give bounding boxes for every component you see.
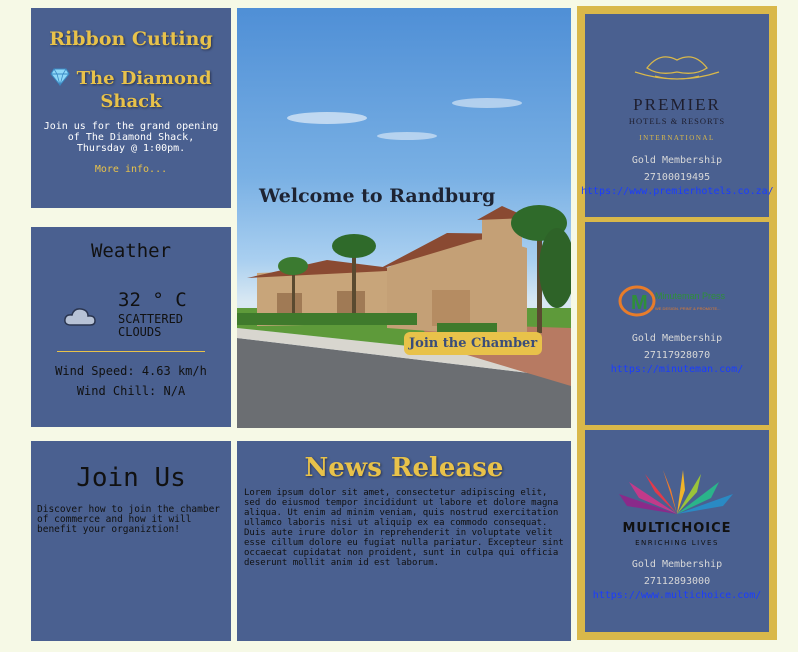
weather-title: Weather (90, 240, 172, 262)
member-card-multichoice: MULTICHOICE ENRICHING LIVES Gold Members… (585, 430, 769, 632)
weather-summary: 32 ° C SCATTERED CLOUDS (31, 285, 231, 345)
svg-text:M: M (631, 292, 648, 314)
cloud-icon (63, 305, 97, 331)
more-info-link[interactable]: More info... (31, 164, 231, 175)
member-phone: 27117928070 (643, 350, 711, 361)
member-card-minuteman: M Minuteman Press WE DESIGN. PRINT & PRO… (585, 222, 769, 425)
multichoice-logo-text: MULTICHOICE (622, 521, 731, 536)
member-phone: 27112893000 (643, 576, 711, 587)
minuteman-logo-sub: WE DESIGN. PRINT & PROMOTE... (655, 306, 721, 311)
join-us-title: Join Us (76, 463, 186, 493)
member-url[interactable]: https://www.multichoice.com/ (581, 590, 773, 601)
weather-card: Weather 32 ° C SCATTERED CLOUDS Wind Spe… (31, 227, 231, 427)
premier-logo-sub2: INTERNATIONAL (639, 134, 715, 142)
membership-level: Gold Membership (631, 333, 723, 344)
welcome-heading: Welcome to Randburg (259, 185, 496, 207)
divider (57, 351, 205, 352)
event-name: The Diamond Shack (31, 68, 231, 112)
event-name-text: The Diamond Shack (76, 68, 212, 112)
member-phone: 27100019495 (643, 172, 711, 183)
hero-banner: Welcome to Randburg Join the Chamber (237, 8, 571, 428)
members-sidebar: PREMIER HOTELS & RESORTS INTERNATIONAL G… (577, 6, 777, 640)
gem-icon (50, 68, 70, 91)
minuteman-logo-text: Minuteman Press (655, 291, 726, 301)
news-body: Lorem ipsum dolor sit amet, consectetur … (244, 488, 564, 568)
minuteman-logo: M Minuteman Press WE DESIGN. PRINT & PRO… (585, 280, 769, 320)
member-url[interactable]: https://www.premierhotels.co.za/ (581, 186, 774, 197)
wind-chill: Wind Chill: N/A (76, 384, 186, 398)
news-title: News Release (304, 453, 504, 483)
member-card-premier: PREMIER HOTELS & RESORTS INTERNATIONAL G… (581, 14, 774, 217)
ribbon-cutting-card: Ribbon Cutting The Diamond Shack Join us… (31, 8, 231, 208)
membership-level: Gold Membership (631, 155, 723, 166)
multichoice-logo-sub: ENRICHING LIVES (635, 539, 719, 547)
member-url[interactable]: https://minuteman.com/ (581, 364, 773, 375)
hero-house-image (237, 98, 571, 428)
news-release-card: News Release Lorem ipsum dolor sit amet,… (237, 441, 571, 641)
join-chamber-button[interactable]: Join the Chamber (404, 332, 543, 355)
temperature: 32 ° C (118, 289, 187, 311)
ribbon-cutting-title: Ribbon Cutting (49, 28, 213, 50)
membership-level: Gold Membership (631, 559, 723, 570)
multichoice-logo: MULTICHOICE ENRICHING LIVES (585, 470, 769, 550)
premier-logo-sub: HOTELS & RESORTS (629, 116, 725, 126)
wind-speed: Wind Speed: 4.63 km/h (55, 364, 207, 378)
premier-logo: PREMIER HOTELS & RESORTS INTERNATIONAL (585, 46, 769, 146)
premier-logo-text: PREMIER (633, 95, 721, 114)
event-description: Join us for the grand opening of The Dia… (43, 121, 219, 154)
join-us-card[interactable]: Join Us Discover how to join the chamber… (31, 441, 231, 641)
join-us-description: Discover how to join the chamber of comm… (37, 504, 221, 535)
weather-condition: SCATTERED CLOUDS (118, 312, 184, 339)
